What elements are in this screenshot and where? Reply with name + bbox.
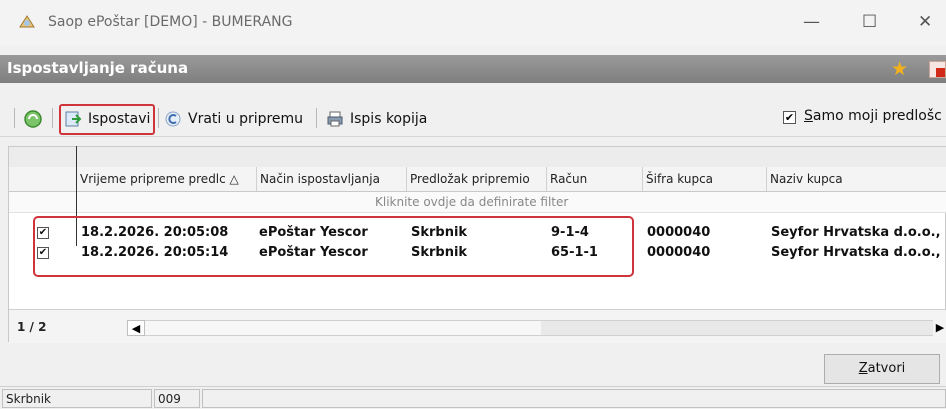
close-form-icon[interactable] [929, 61, 946, 78]
toolbar-separator [158, 108, 159, 128]
refresh-icon[interactable] [22, 108, 44, 130]
maximize-button[interactable]: ☐ [862, 12, 877, 32]
form-header: Ispostavljanje računa ★ [0, 55, 946, 83]
filter-hint: Kliknite ovdje da definirate filter [375, 195, 569, 209]
form-title: Ispostavljanje računa [7, 59, 189, 77]
minimize-button[interactable]: — [803, 12, 820, 32]
grid-header: Vrijeme pripreme predlc △ Način ispostav… [9, 167, 946, 192]
status-code: 009 [154, 389, 200, 408]
zatvori-button[interactable]: Zatvori [824, 354, 940, 384]
toolbar-separator [52, 108, 53, 128]
status-empty [202, 389, 946, 408]
filter-row[interactable]: Kliknite ovdje da definirate filter [9, 192, 946, 213]
column-header-naziv[interactable]: Naziv kupca [767, 167, 946, 191]
toolbar-separator [316, 108, 317, 128]
favorite-star-icon[interactable]: ★ [891, 59, 908, 79]
scrollbar-track-right[interactable] [541, 320, 933, 336]
ispis-kopija-button[interactable]: Ispis kopija [326, 108, 427, 130]
samo-moji-checkbox[interactable]: ✔ [783, 111, 796, 124]
app-icon [19, 15, 35, 28]
zatvori-accel: Z [858, 361, 868, 376]
column-header-select[interactable] [9, 167, 77, 191]
close-button[interactable]: ✕ [918, 12, 932, 32]
page-indicator: 1 / 2 [17, 320, 47, 334]
ispis-label: Ispis kopija [350, 111, 428, 127]
scroll-right-button[interactable]: ▶ [933, 320, 946, 336]
cell-customer-code: 0000040 [647, 225, 711, 240]
status-bar: Skrbnik 009 [0, 386, 946, 408]
grid-footer: 1 / 2 ◀ ▶ [9, 309, 946, 343]
cell-customer-code: 0000040 [647, 245, 711, 260]
scroll-left-button[interactable]: ◀ [127, 320, 145, 336]
column-header-racun[interactable]: Račun [547, 167, 643, 191]
column-header-vrijeme[interactable]: Vrijeme pripreme predlc △ [77, 167, 257, 191]
scrollbar-track[interactable] [145, 320, 541, 336]
vrati-u-pripremu-button[interactable]: Vrati u pripremu [164, 108, 303, 130]
window-title: Saop ePoštar [DEMO] - BUMERANG [48, 14, 293, 30]
cell-customer-name: Seyfor Hrvatska d.o.o., : [771, 245, 946, 260]
column-header-nacin[interactable]: Način ispostavljanja [257, 167, 407, 191]
highlight-box [33, 216, 634, 277]
group-panel [9, 147, 946, 168]
cell-customer-name: Seyfor Hrvatska d.o.o., : [771, 225, 946, 240]
window-title-bar: Saop ePoštar [DEMO] - BUMERANG — ☐ ✕ [0, 0, 946, 46]
zatvori-label: atvori [867, 361, 906, 376]
column-header-sifra[interactable]: Šifra kupca [643, 167, 767, 191]
return-icon [165, 111, 181, 127]
samo-moji-label[interactable]: Samo moji predlošc [804, 108, 942, 124]
toolbar-separator [14, 108, 15, 128]
samo-label-accel: S [804, 108, 813, 124]
status-user: Skrbnik [2, 389, 152, 408]
printer-icon [327, 111, 343, 127]
highlight-box [59, 104, 155, 135]
column-header-predlozak[interactable]: Predložak pripremio [407, 167, 547, 191]
samo-label-text: amo moji predlošc [812, 108, 942, 124]
vrati-label: Vrati u pripremu [188, 111, 304, 127]
